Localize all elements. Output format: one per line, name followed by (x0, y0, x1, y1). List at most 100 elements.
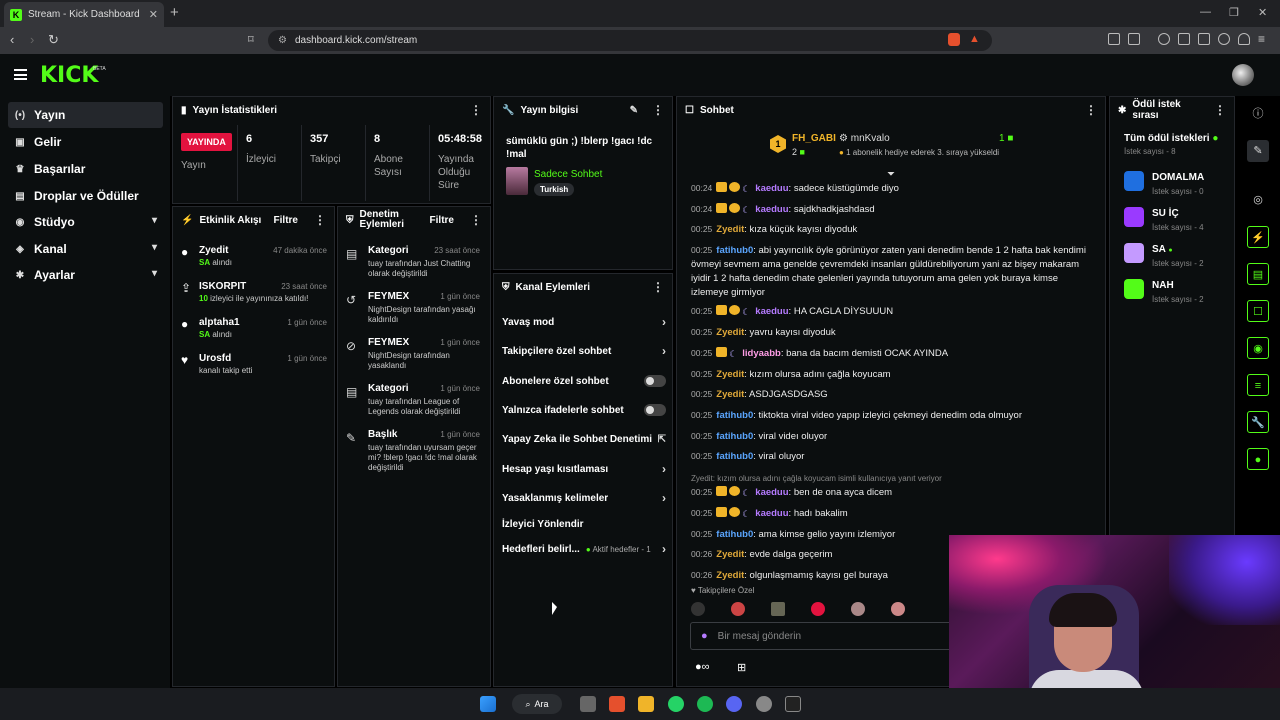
new-tab-button[interactable]: + (170, 4, 179, 21)
message-username[interactable]: Zyedit (716, 224, 744, 235)
emote-only-toggle[interactable] (644, 404, 666, 416)
filter-button[interactable]: Filtre (430, 215, 454, 226)
whatsapp-icon[interactable] (668, 696, 684, 712)
extensions-icon[interactable] (1108, 33, 1120, 45)
message-username[interactable]: Zyedit (716, 369, 744, 380)
sidebar-icon[interactable] (1178, 33, 1190, 45)
kick-logo[interactable]: KICK (40, 63, 98, 88)
action-banned-words[interactable]: Yasaklanmış kelimeler › (502, 488, 666, 508)
site-info-icon[interactable]: ⚙ (278, 35, 287, 46)
message-username[interactable]: Zyedit (716, 327, 744, 338)
back-icon[interactable]: ‹ (10, 32, 14, 47)
wrench-icon[interactable]: 🔧 (1247, 411, 1269, 433)
category-thumbnail[interactable] (506, 167, 528, 195)
nav-item-gelir[interactable]: ▣ Gelir (8, 129, 163, 155)
windows-start-icon[interactable] (480, 696, 496, 712)
message-username[interactable]: fatihub0 (716, 410, 753, 421)
chat-settings-icon[interactable]: ●∞ (695, 661, 710, 673)
chatter-avatar[interactable] (771, 602, 785, 616)
wallet-icon[interactable] (1198, 33, 1210, 45)
message-username[interactable]: kaeduu (755, 508, 788, 519)
message-username[interactable]: Zyedit (716, 549, 744, 560)
edit-icon[interactable]: ✎ (630, 105, 638, 116)
brave-shield-icon[interactable] (948, 33, 960, 46)
chatter-avatar[interactable] (811, 602, 825, 616)
brave-icon[interactable] (609, 696, 625, 712)
action-host[interactable]: İzleyici Yönlendir (502, 514, 666, 534)
nav-item-ayarlar[interactable]: ✱ Ayarlar ▾ (8, 262, 163, 288)
hamburger-menu-icon[interactable] (14, 69, 27, 80)
filter-button[interactable]: Filtre (274, 215, 298, 226)
message-username[interactable]: fatihub0 (716, 431, 753, 442)
mic-icon[interactable]: ● (701, 630, 708, 642)
chat-bubble-icon[interactable]: ☐ (1247, 300, 1269, 322)
action-ai-moderation[interactable]: Yapay Zeka ile Sohbet Denetimi ⇱ (502, 429, 666, 449)
maximize-icon[interactable]: ❐ (1229, 6, 1239, 19)
pinned-expand-icon[interactable]: ⏷ (887, 169, 895, 180)
discord-icon[interactable] (726, 696, 742, 712)
action-goals[interactable]: Hedefleri belirl... ● Aktif hedefler - 1 › (502, 539, 666, 559)
message-username[interactable]: kaeduu (755, 487, 788, 498)
message-username[interactable]: Zyedit (716, 570, 744, 581)
address-bar[interactable]: ⚙ dashboard.kick.com/stream (268, 30, 992, 51)
minimize-icon[interactable]: — (1200, 6, 1211, 18)
category-link[interactable]: Sadece Sohbet (534, 169, 602, 180)
more-options-icon[interactable]: ⋮ (1085, 103, 1097, 117)
chatter-avatar[interactable] (731, 602, 745, 616)
app-icon[interactable] (785, 696, 801, 712)
forward-icon[interactable]: › (30, 32, 34, 47)
broadcast-icon[interactable]: ◉ (1247, 337, 1269, 359)
edit-layout-icon[interactable]: ✎ (1247, 140, 1269, 162)
more-options-icon[interactable]: ⋮ (1214, 103, 1226, 117)
file-explorer-icon[interactable] (638, 696, 654, 712)
task-view-icon[interactable] (580, 696, 596, 712)
obs-icon[interactable] (756, 696, 772, 712)
message-username[interactable]: kaeduu (755, 306, 788, 317)
menu-icon[interactable]: ≡ (1258, 32, 1265, 46)
vpn-icon[interactable] (1238, 33, 1250, 45)
subs-only-toggle[interactable] (644, 375, 666, 387)
message-username[interactable]: kaeduu (755, 204, 788, 215)
more-options-icon[interactable]: ⋮ (470, 103, 482, 117)
screenshot-icon[interactable] (1128, 33, 1140, 45)
spotify-icon[interactable] (697, 696, 713, 712)
more-options-icon[interactable]: ⋮ (652, 103, 664, 117)
chatter-avatar[interactable] (851, 602, 865, 616)
message-username[interactable]: kaeduu (755, 183, 788, 194)
bookmark-icon[interactable]: ⌑ (248, 33, 254, 46)
close-window-icon[interactable]: ✕ (1258, 6, 1267, 19)
download-icon[interactable] (1218, 33, 1230, 45)
taskbar-search[interactable]: ⌕ Ara (512, 694, 562, 714)
message-username[interactable]: Zyedit (716, 389, 744, 400)
nav-item-kanal[interactable]: ◈ Kanal ▾ (8, 236, 163, 262)
nav-item-studyo[interactable]: ◉ Stüdyo ▾ (8, 209, 163, 235)
message-username[interactable]: fatihub0 (716, 529, 753, 540)
more-options-icon[interactable]: ⋮ (314, 213, 326, 227)
document-icon[interactable]: ▤ (1247, 263, 1269, 285)
all-rewards-link[interactable]: Tüm ödül istekleri ● (1124, 133, 1218, 144)
more-options-icon[interactable]: ⋮ (470, 213, 482, 227)
media-icon[interactable] (1158, 33, 1170, 45)
emote-icon[interactable]: ⊞ (737, 661, 746, 674)
nav-item-basarilar[interactable]: ♛ Başarılar (8, 156, 163, 182)
chatter-avatar[interactable] (891, 602, 905, 616)
action-emote-only[interactable]: Yalnızca ifadelerle sohbet (502, 400, 666, 420)
more-options-icon[interactable]: ⋮ (652, 280, 664, 294)
queue-icon[interactable]: ≡ (1247, 374, 1269, 396)
info-icon[interactable]: ⓘ (1247, 103, 1269, 125)
message-username[interactable]: lidyaabb (742, 348, 781, 359)
user-avatar[interactable] (1232, 64, 1254, 86)
bolt-icon[interactable]: ⚡ (1247, 226, 1269, 248)
chatter-avatar[interactable] (691, 602, 705, 616)
activity-icon[interactable]: ● (1247, 448, 1269, 470)
close-tab-icon[interactable]: ✕ (149, 8, 158, 21)
brave-rewards-icon[interactable]: ▲ (969, 33, 980, 45)
action-slow-mode[interactable]: Yavaş mod › (502, 312, 666, 332)
nav-item-droplar[interactable]: ▤ Droplar ve Ödüller (8, 183, 163, 209)
browser-tab[interactable]: K Stream - Kick Dashboard ✕ (4, 2, 164, 27)
camera-icon[interactable]: ◎ (1247, 189, 1269, 211)
message-username[interactable]: fatihub0 (716, 451, 753, 462)
nav-item-yayin[interactable]: (•) Yayın (8, 102, 163, 128)
reload-icon[interactable]: ↻ (48, 32, 59, 48)
message-username[interactable]: fatihub0 (716, 245, 753, 256)
